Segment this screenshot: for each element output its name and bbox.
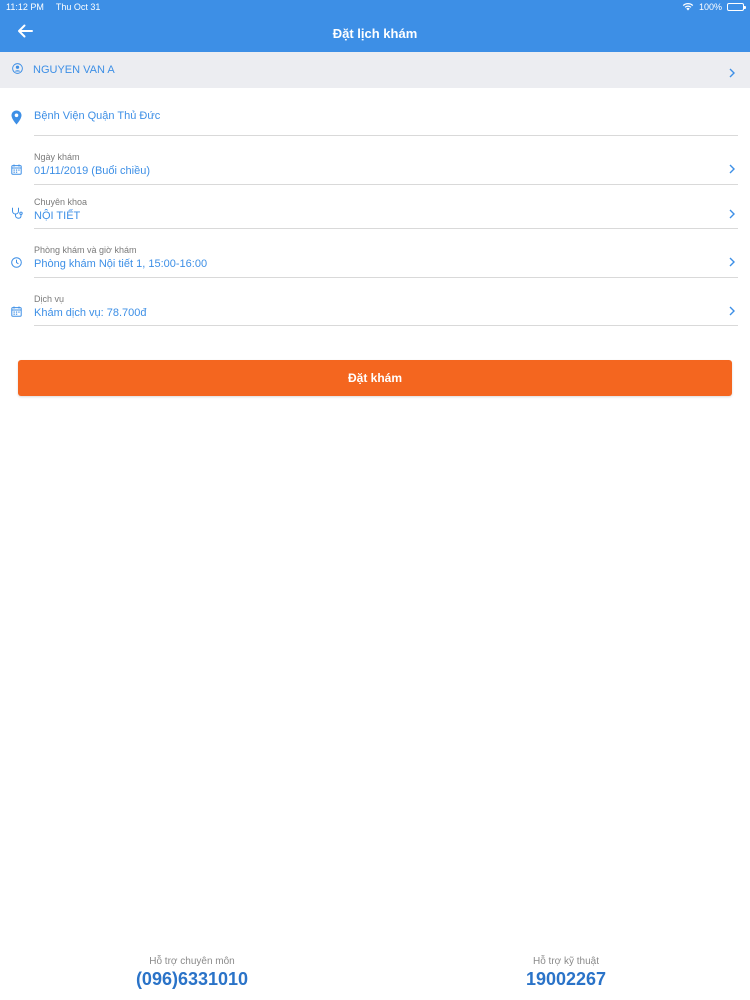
page-title: Đặt lịch khám	[332, 25, 418, 41]
wifi-icon	[682, 2, 694, 13]
hospital-row: Bệnh Viện Quận Thủ Đức	[0, 88, 750, 136]
patient-name: NGUYEN VAN A	[33, 64, 115, 76]
technical-support-label: Hỗ trợ kỹ thuật	[532, 956, 600, 967]
technical-support: Hỗ trợ kỹ thuật 19002267	[466, 956, 666, 990]
clinic-time-label: Phòng khám và giờ khám	[34, 245, 137, 255]
back-button[interactable]	[14, 22, 36, 44]
location-pin-icon	[11, 110, 22, 130]
technical-support-phone[interactable]: 19002267	[466, 969, 666, 990]
clinic-time-row[interactable]: Phòng khám và giờ khám Phòng khám Nội ti…	[0, 229, 750, 278]
calendar-icon	[11, 162, 22, 180]
clinic-time-value: Phòng khám Nội tiết 1, 15:00-16:00	[34, 258, 208, 270]
exam-date-value: 01/11/2019 (Buổi chiều)	[34, 165, 150, 177]
status-time: 11:12 PM	[6, 2, 44, 12]
professional-support: Hỗ trợ chuyên môn (096)6331010	[92, 956, 292, 990]
chevron-right-icon	[728, 254, 736, 267]
status-date: Thu Oct 31	[55, 2, 101, 12]
divider	[34, 325, 738, 326]
chevron-right-icon	[728, 161, 736, 174]
stethoscope-icon	[11, 206, 23, 224]
chevron-right-icon	[728, 65, 736, 78]
service-label: Dịch vụ	[34, 294, 65, 304]
service-value: Khám dịch vụ: 78.700đ	[34, 307, 147, 319]
professional-support-phone[interactable]: (096)6331010	[92, 969, 292, 990]
patient-selector[interactable]: NGUYEN VAN A	[0, 52, 750, 88]
battery-percent: 100%	[698, 2, 722, 12]
chevron-right-icon	[728, 206, 736, 219]
clock-icon	[11, 255, 22, 273]
calendar-icon	[11, 304, 22, 322]
specialty-row[interactable]: Chuyên khoa NỘI TIẾT	[0, 185, 750, 229]
exam-date-row[interactable]: Ngày khám 01/11/2019 (Buổi chiều)	[0, 136, 750, 185]
nav-bar: Đặt lịch khám	[0, 14, 750, 52]
specialty-value: NỘI TIẾT	[34, 210, 81, 222]
exam-date-label: Ngày khám	[34, 152, 80, 162]
status-bar: 11:12 PM Thu Oct 31 100%	[0, 0, 750, 14]
book-appointment-button[interactable]: Đặt khám	[18, 360, 732, 396]
specialty-label: Chuyên khoa	[34, 197, 88, 207]
hospital-name: Bệnh Viện Quận Thủ Đức	[34, 110, 161, 122]
user-icon	[12, 61, 23, 79]
battery-icon	[727, 3, 746, 11]
arrow-left-icon	[17, 24, 33, 43]
chevron-right-icon	[728, 303, 736, 316]
service-row[interactable]: Dịch vụ Khám dịch vụ: 78.700đ	[0, 278, 750, 326]
professional-support-label: Hỗ trợ chuyên môn	[149, 956, 235, 967]
